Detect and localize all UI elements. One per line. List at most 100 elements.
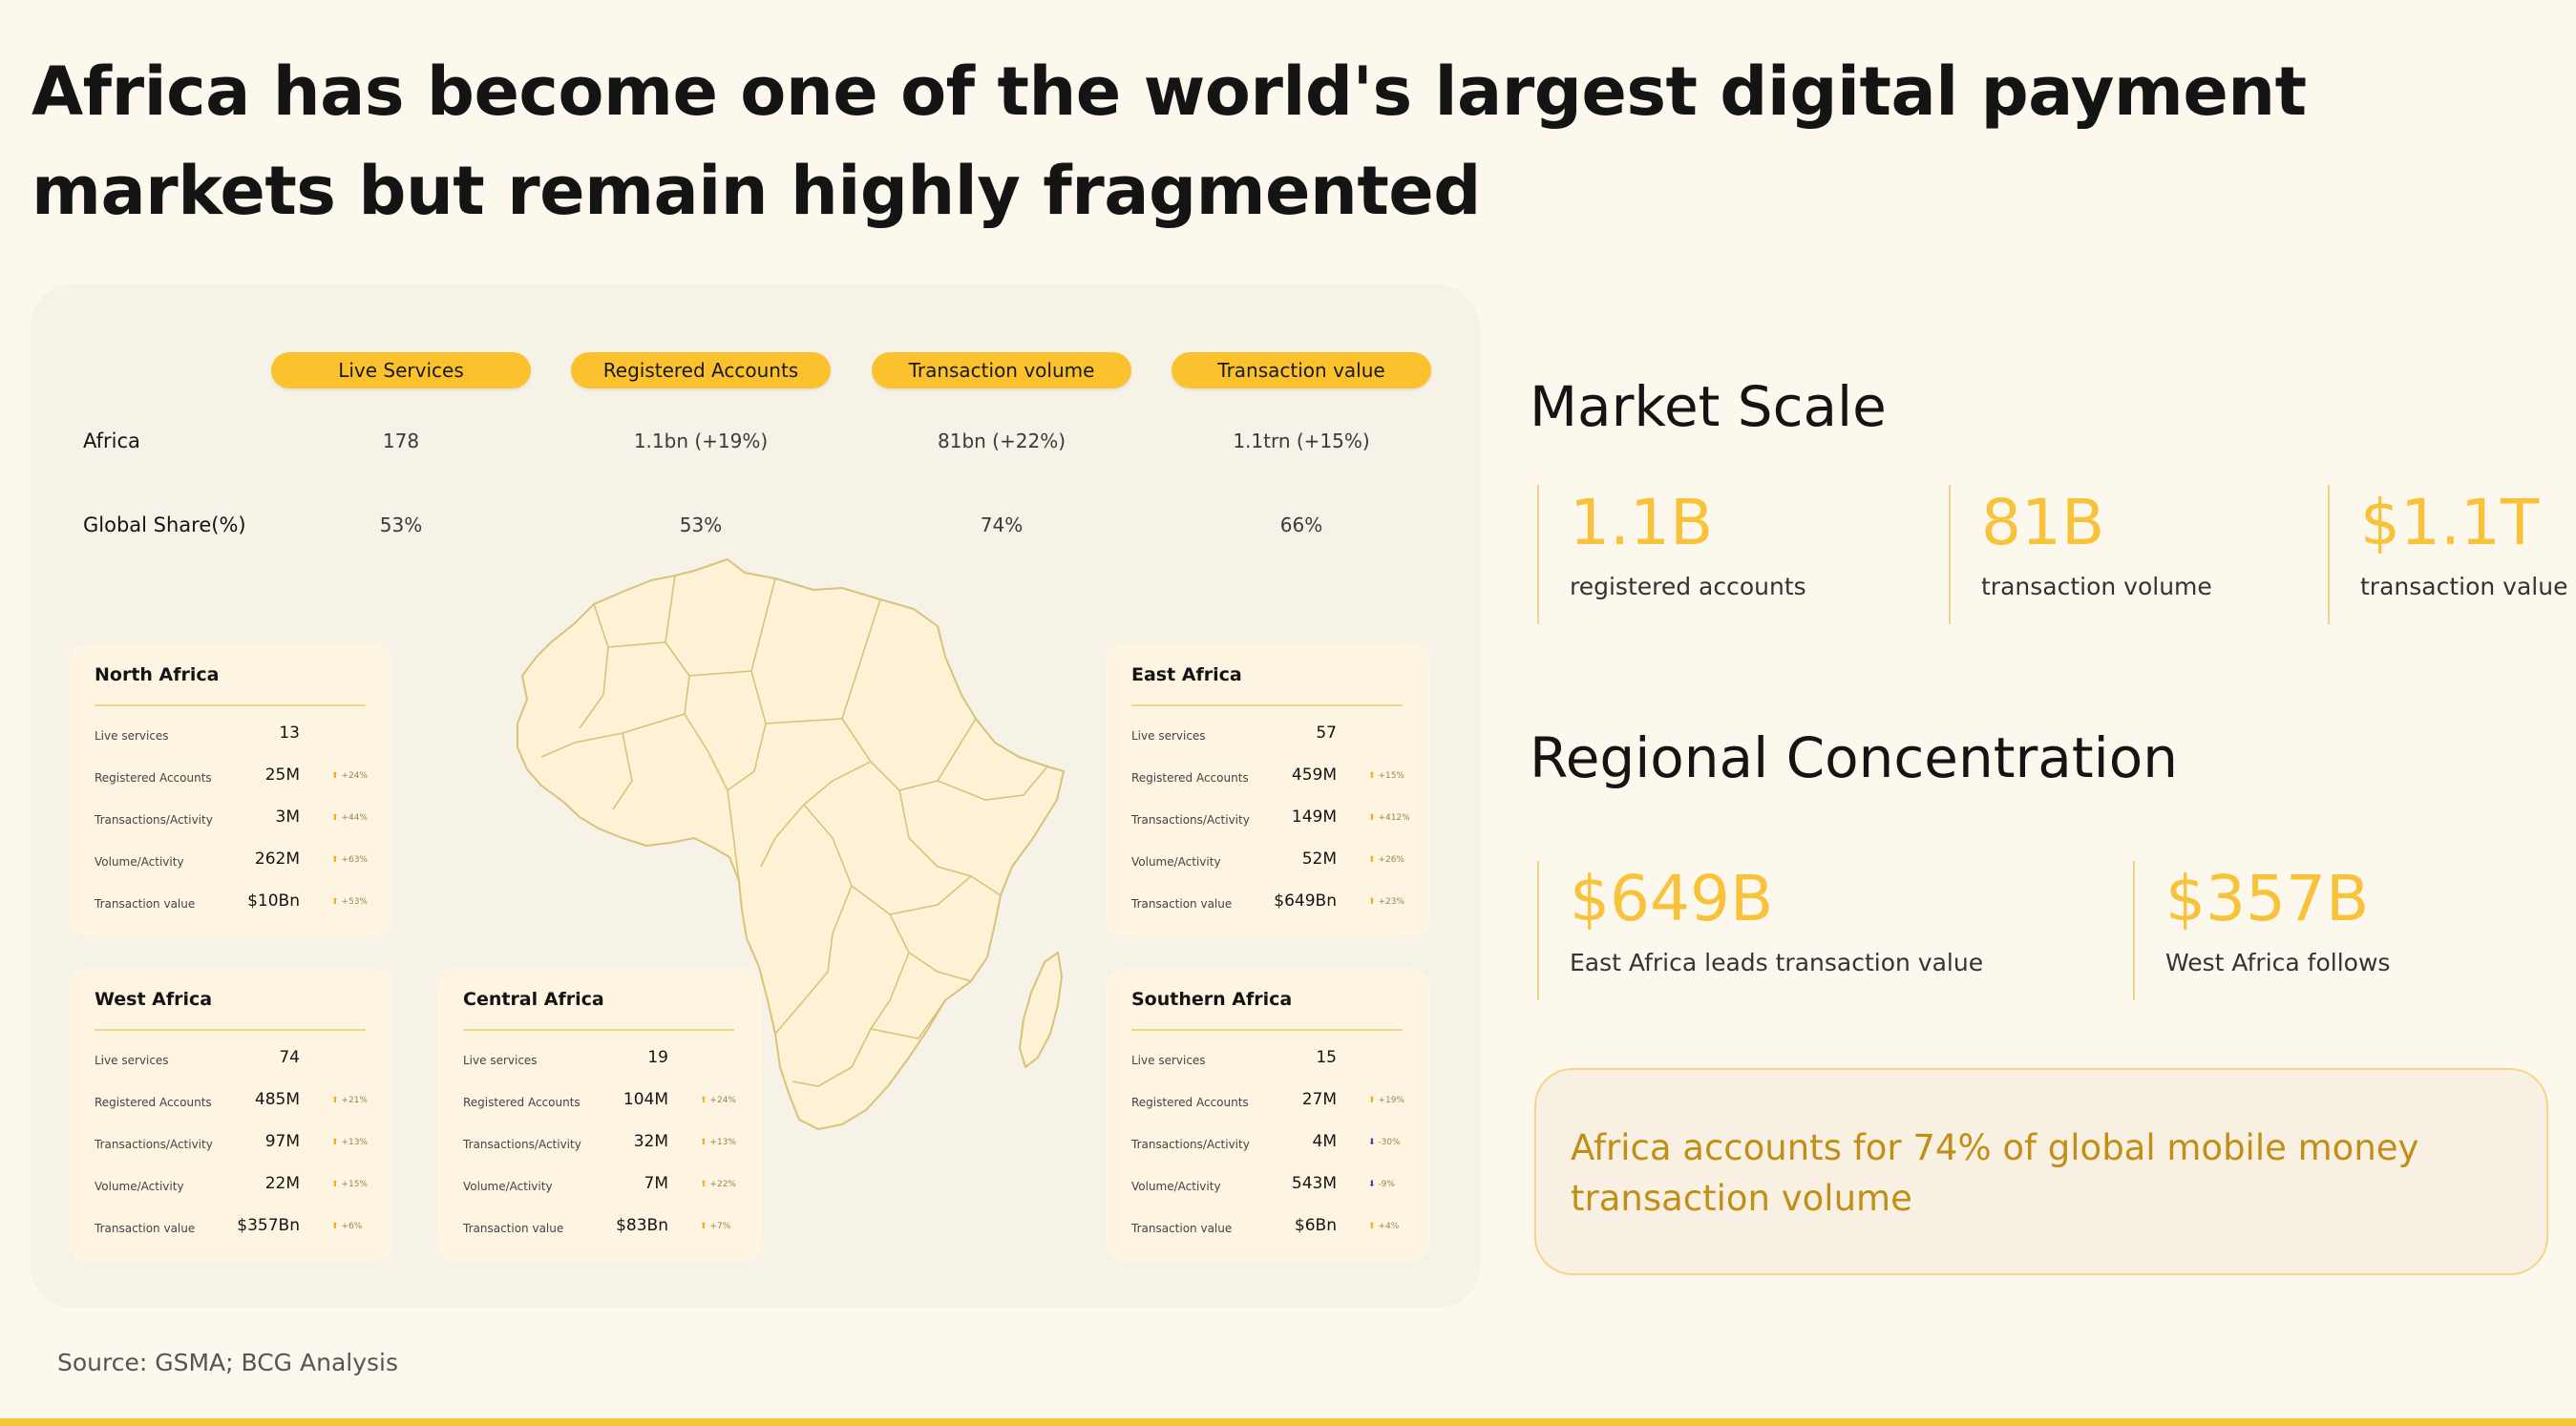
row-label: Live services	[463, 1054, 538, 1067]
divider	[95, 1029, 366, 1031]
callout-box: Africa accounts for 74% of global mobile…	[1534, 1068, 2548, 1275]
source-note: Source: GSMA; BCG Analysis	[57, 1349, 399, 1376]
header-transaction-volume: Transaction volume	[872, 352, 1131, 388]
header-live-services: Live Services	[271, 352, 531, 388]
stat-value: $357B	[2165, 862, 2370, 935]
header-registered-accounts: Registered Accounts	[571, 352, 831, 388]
row-change: ⬆ +13%	[700, 1138, 736, 1147]
row-label: Transactions/Activity	[1131, 1138, 1250, 1151]
row-value: 74	[279, 1048, 300, 1067]
row-value: $357Bn	[237, 1216, 300, 1235]
region-card-north-africa: North Africa Live services 13 Registered …	[69, 643, 393, 937]
region-row: Volume/Activity 262M ⬆ +63%	[95, 849, 371, 874]
header-transaction-value: Transaction value	[1172, 352, 1431, 388]
row-change: ⬇ -30%	[1368, 1138, 1401, 1147]
region-row: Registered Accounts 27M ⬆ +19%	[1131, 1090, 1408, 1115]
region-row: Registered Accounts 25M ⬆ +24%	[95, 765, 371, 790]
row-value: 52M	[1301, 849, 1337, 869]
row-value: 97M	[264, 1132, 300, 1151]
arrow-up-icon: ⬆	[1368, 813, 1376, 823]
page-title: Africa has become one of the world's lar…	[32, 52, 2307, 230]
region-title: North Africa	[95, 664, 220, 685]
row-value: 19	[647, 1048, 668, 1067]
region-row: Volume/Activity 543M ⬇ -9%	[1131, 1174, 1408, 1199]
cell-africa-value: 1.1trn (+15%)	[1233, 430, 1370, 452]
arrow-up-icon: ⬆	[331, 1222, 339, 1231]
row-change: ⬆ +26%	[1368, 855, 1404, 865]
row-value: $10Bn	[247, 891, 300, 911]
stat-transaction-volume: 81B transaction volume	[1949, 485, 2212, 624]
bottom-accent-bar	[0, 1418, 2576, 1426]
region-row: Transactions/Activity 149M ⬆ +412%	[1131, 807, 1410, 832]
divider	[95, 704, 366, 706]
row-value: 25M	[264, 765, 300, 785]
row-label: Live services	[95, 729, 169, 743]
row-label: Transactions/Activity	[95, 813, 213, 827]
row-value: 32M	[633, 1132, 668, 1151]
row-value: $83Bn	[616, 1216, 668, 1235]
region-row: Volume/Activity 52M ⬆ +26%	[1131, 849, 1408, 874]
arrow-up-icon: ⬆	[1368, 855, 1376, 865]
row-label: Volume/Activity	[463, 1180, 553, 1193]
region-row: Volume/Activity 7M ⬆ +22%	[463, 1174, 740, 1199]
arrow-up-icon: ⬆	[331, 897, 339, 907]
region-card-central-africa: Central Africa Live services 19 Registere…	[437, 968, 762, 1262]
region-row: Volume/Activity 22M ⬆ +15%	[95, 1174, 371, 1199]
divider	[463, 1029, 734, 1031]
region-row: Registered Accounts 104M ⬆ +24%	[463, 1090, 740, 1115]
row-change: ⬇ -9%	[1368, 1180, 1395, 1189]
region-card-southern-africa: Southern Africa Live services 15 Register…	[1106, 968, 1430, 1262]
stat-label: transaction volume	[1981, 573, 2212, 600]
row-label: Transactions/Activity	[1131, 813, 1250, 827]
row-change: ⬆ +53%	[331, 897, 368, 907]
region-title: East Africa	[1131, 664, 1242, 685]
callout-text: Africa accounts for 74% of global mobile…	[1571, 1127, 2419, 1219]
arrow-up-icon: ⬆	[1368, 1096, 1376, 1105]
row-label: Registered Accounts	[95, 1096, 212, 1109]
row-value: 262M	[254, 849, 300, 869]
row-value: 4M	[1312, 1132, 1337, 1151]
row-label: Transaction value	[95, 1222, 196, 1235]
region-card-west-africa: West Africa Live services 74 Registered A…	[69, 968, 393, 1262]
row-label: Registered Accounts	[1131, 1096, 1249, 1109]
region-row: Registered Accounts 485M ⬆ +21%	[95, 1090, 371, 1115]
row-value: 57	[1316, 723, 1337, 743]
row-label: Live services	[95, 1054, 169, 1067]
row-label-africa: Africa	[83, 430, 140, 452]
region-row: Live services 74	[95, 1048, 371, 1073]
stat-west-africa: $357B West Africa follows	[2133, 861, 2390, 1000]
row-change: ⬆ +24%	[700, 1096, 736, 1105]
row-value: 27M	[1301, 1090, 1337, 1109]
region-title: Central Africa	[463, 989, 604, 1010]
row-change: ⬆ +7%	[700, 1222, 731, 1231]
stat-value: $649B	[1570, 862, 1774, 935]
row-label: Volume/Activity	[1131, 1180, 1221, 1193]
region-row: Transaction value $6Bn ⬆ +4%	[1131, 1216, 1408, 1241]
region-row: Transaction value $649Bn ⬆ +23%	[1131, 891, 1408, 916]
region-row: Transactions/Activity 32M ⬆ +13%	[463, 1132, 740, 1157]
madagascar-outline	[1019, 952, 1063, 1068]
stat-value: 81B	[1981, 486, 2105, 559]
stat-east-africa: $649B East Africa leads transaction valu…	[1537, 861, 1983, 1000]
arrow-up-icon: ⬆	[700, 1222, 707, 1231]
row-change: ⬆ +19%	[1368, 1096, 1404, 1105]
row-value: 13	[279, 723, 300, 743]
region-card-east-africa: East Africa Live services 57 Registered A…	[1106, 643, 1430, 937]
cell-africa-accounts: 1.1bn (+19%)	[633, 430, 769, 452]
row-label: Transaction value	[463, 1222, 564, 1235]
arrow-up-icon: ⬆	[700, 1096, 707, 1105]
stat-label: East Africa leads transaction value	[1570, 949, 1984, 976]
row-value: 149M	[1291, 807, 1337, 827]
row-value: 22M	[264, 1174, 300, 1193]
cell-share-volume: 74%	[980, 514, 1024, 536]
row-change: ⬆ +24%	[331, 771, 368, 781]
arrow-up-icon: ⬆	[331, 771, 339, 781]
region-title: West Africa	[95, 989, 213, 1010]
cell-africa-volume: 81bn (+22%)	[938, 430, 1066, 452]
region-title: Southern Africa	[1131, 989, 1293, 1010]
row-label: Registered Accounts	[95, 771, 212, 785]
row-change: ⬆ +21%	[331, 1096, 368, 1105]
row-value: $6Bn	[1294, 1216, 1337, 1235]
row-value: 485M	[254, 1090, 300, 1109]
stat-value: 1.1B	[1570, 486, 1714, 559]
